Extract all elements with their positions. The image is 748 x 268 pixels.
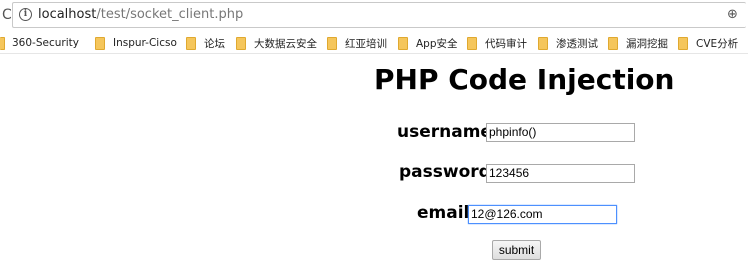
reload-icon[interactable]: C [2, 7, 12, 23]
page-title: PHP Code Injection [374, 63, 675, 96]
bookmark-label: App安全 [416, 37, 458, 50]
bookmark-forum[interactable]: 论坛 [186, 32, 225, 54]
email-field[interactable]: 12@126.com [468, 205, 617, 224]
bookmark-360-security[interactable]: 360-Security [0, 32, 79, 54]
folder-icon [467, 36, 477, 50]
bookmark-hongya-training[interactable]: 红亚培训 [327, 32, 387, 54]
bookmark-label: 360-Security [12, 37, 79, 49]
url-text[interactable]: localhost/test/socket_client.php [38, 7, 243, 23]
folder-icon [678, 36, 688, 50]
folder-icon [0, 36, 5, 50]
url-host: localhost [38, 7, 97, 22]
username-field[interactable]: phpinfo() [486, 123, 635, 142]
bookmark-label: 代码审计 [485, 37, 527, 50]
bookmark-label: CVE分析 [696, 37, 739, 50]
password-field[interactable]: 123456 [486, 164, 635, 183]
folder-icon [236, 36, 246, 50]
bookmark-label: 大数据云安全 [254, 37, 317, 50]
bookmark-inspur-cicso[interactable]: Inspur-Cicso [95, 32, 177, 54]
bookmark-label: 漏洞挖掘 [626, 37, 668, 50]
zoom-icon[interactable]: ⊕ [727, 7, 738, 23]
bookmarks-bar: 360-Security Inspur-Cicso 论坛 大数据云安全 红亚培训… [0, 32, 748, 54]
address-row: C i localhost/test/socket_client.php ⊕ ▾ [0, 0, 748, 32]
folder-icon [398, 36, 408, 50]
bookmark-label: 红亚培训 [345, 37, 387, 50]
folder-icon [95, 36, 105, 50]
url-path: /test/socket_client.php [96, 7, 244, 22]
bookmark-cve-analysis[interactable]: CVE分析 [678, 32, 738, 54]
bookmark-label: 论坛 [204, 37, 225, 50]
folder-icon [538, 36, 548, 50]
info-icon[interactable]: i [19, 8, 32, 21]
bookmark-label: Inspur-Cicso [113, 37, 177, 49]
password-label: password: [399, 162, 498, 182]
bookmark-vuln-mining[interactable]: 漏洞挖掘 [608, 32, 668, 54]
bookmark-code-audit[interactable]: 代码审计 [467, 32, 527, 54]
bookmark-pentest[interactable]: 渗透测试 [538, 32, 598, 54]
submit-button[interactable]: submit [492, 240, 541, 260]
address-bar[interactable]: i localhost/test/socket_client.php ⊕ ▾ [12, 2, 746, 28]
folder-icon [186, 36, 196, 50]
folder-icon [608, 36, 618, 50]
username-label: username: [397, 122, 499, 142]
folder-icon [327, 36, 337, 50]
bookmark-bigdata-cloud-security[interactable]: 大数据云安全 [236, 32, 317, 54]
bookmark-label: 渗透测试 [556, 37, 598, 50]
bookmark-app-security[interactable]: App安全 [398, 32, 458, 54]
